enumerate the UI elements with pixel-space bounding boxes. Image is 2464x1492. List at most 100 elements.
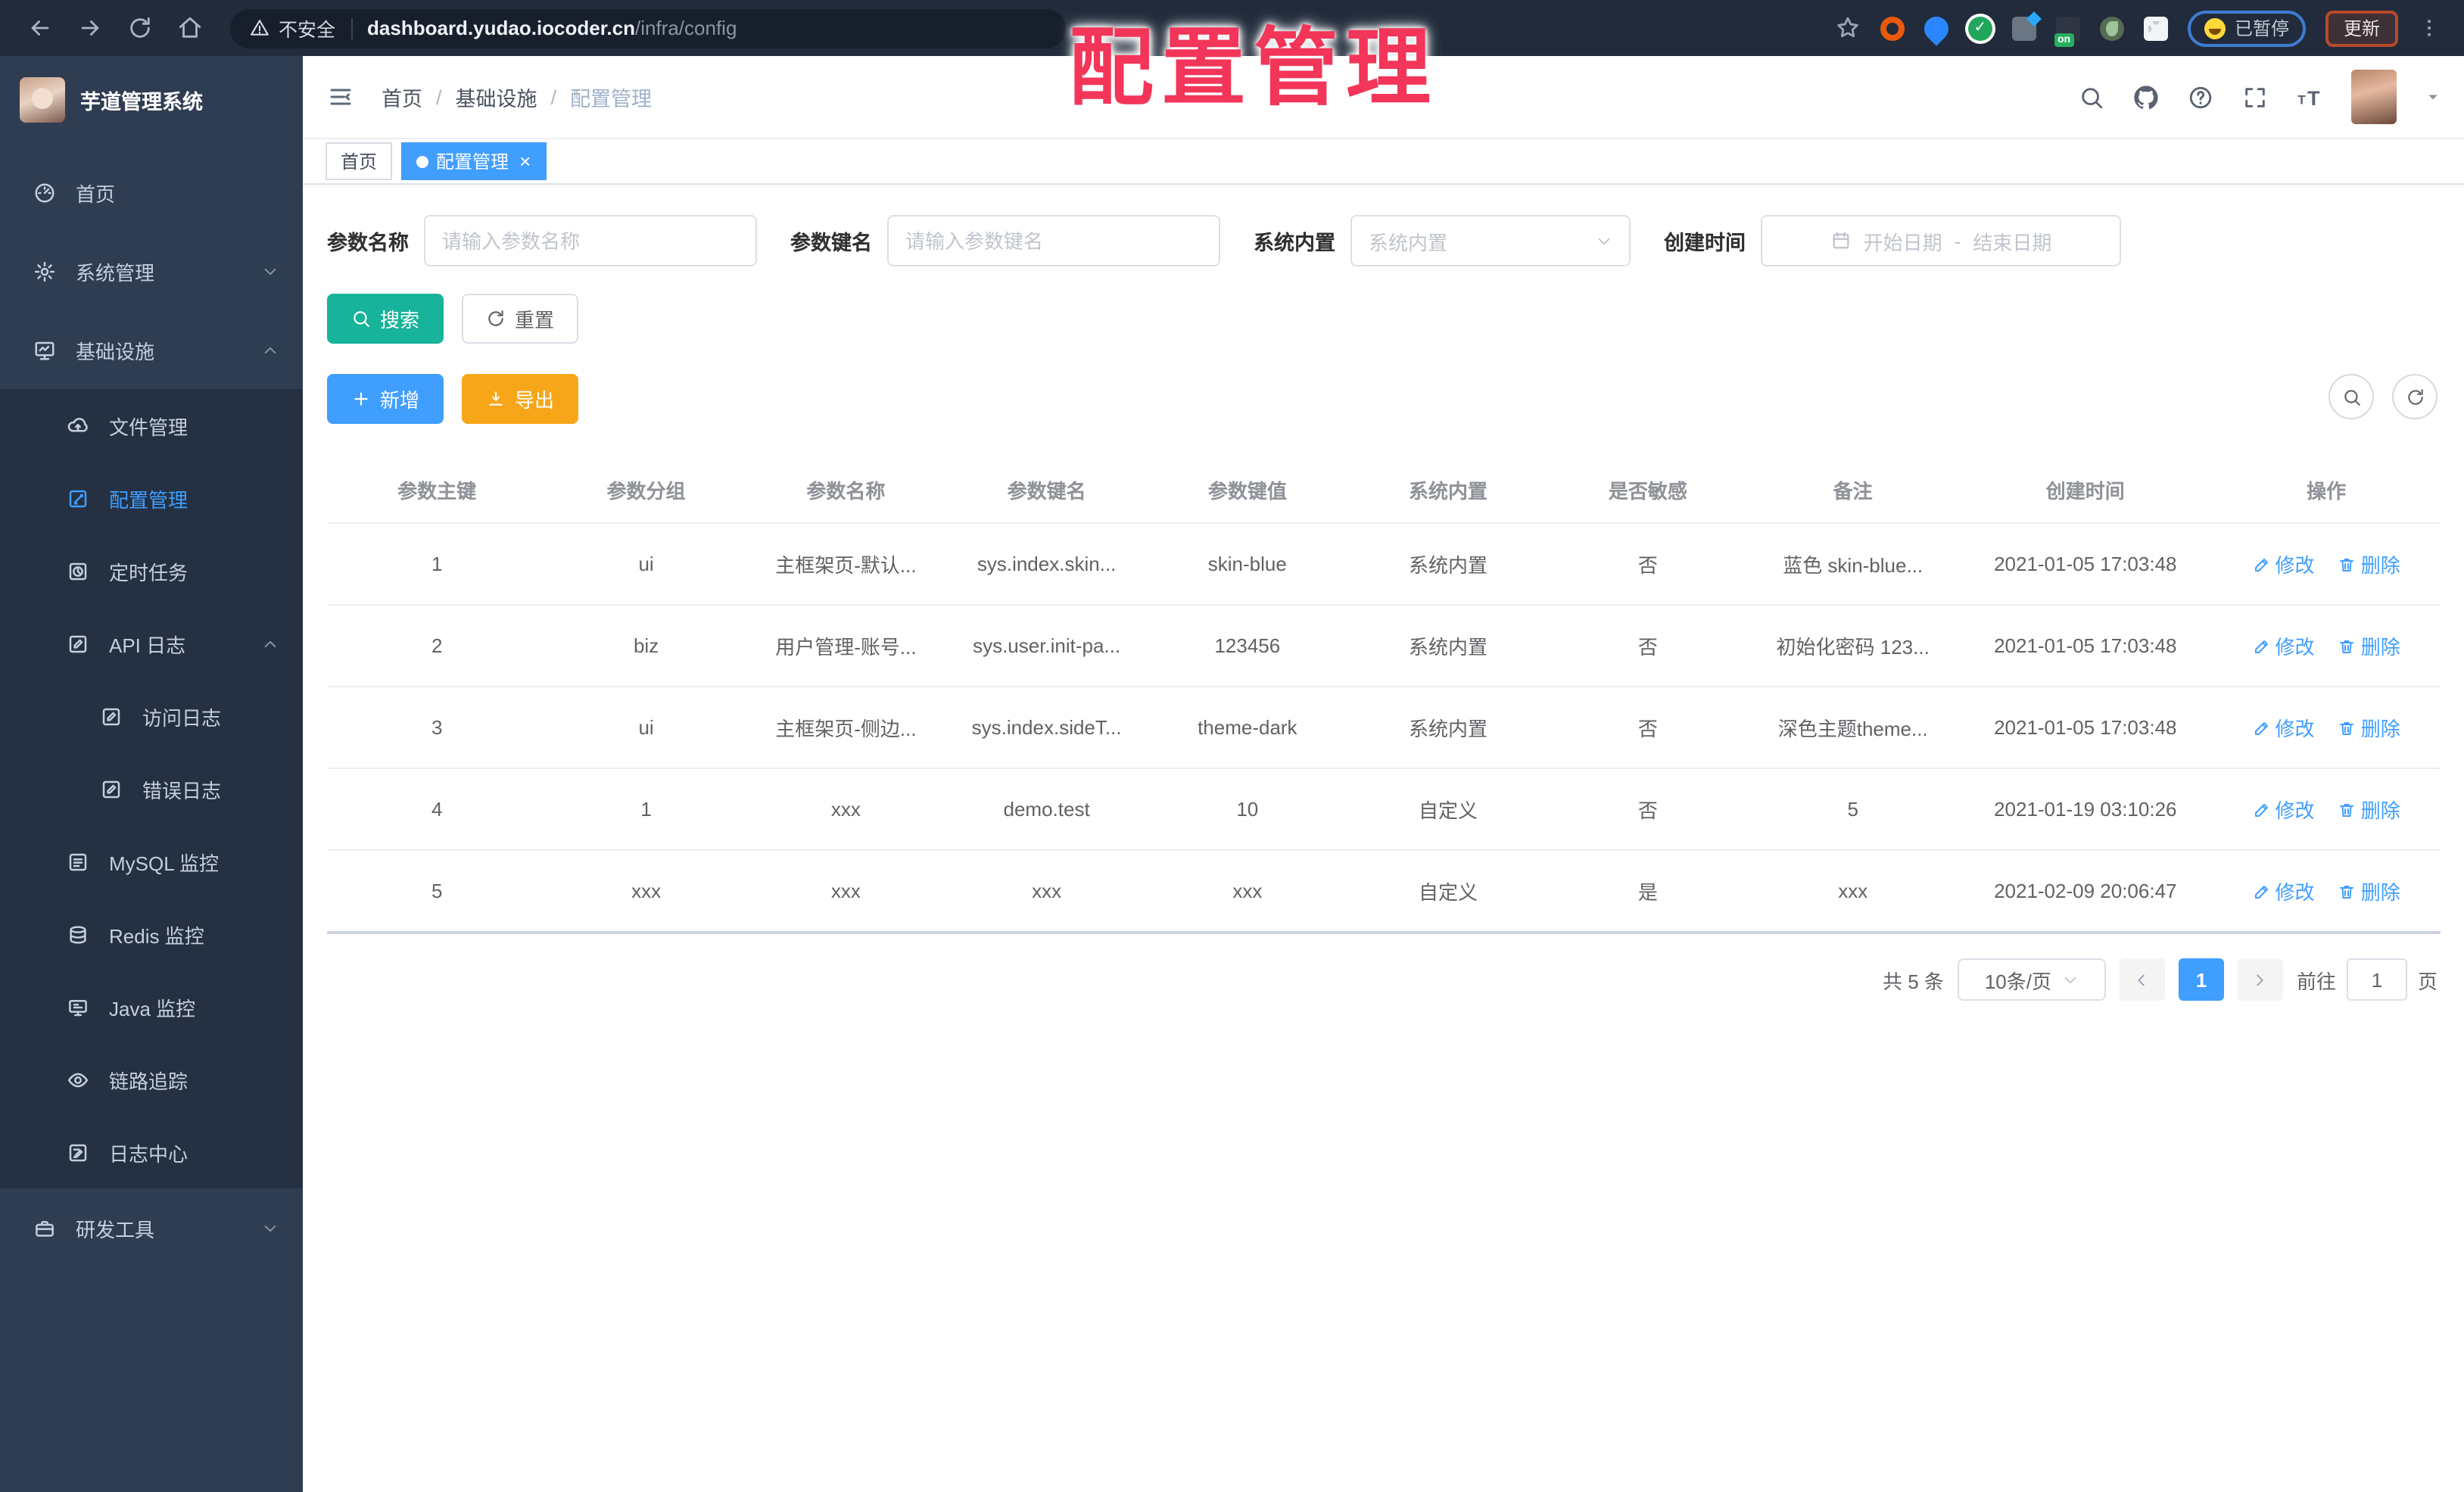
extension-check-icon[interactable]: ✓	[1967, 16, 1992, 40]
edit-link[interactable]: 修改	[2253, 795, 2315, 824]
calendar-icon	[1830, 230, 1852, 251]
delete-link[interactable]: 删除	[2338, 550, 2400, 578]
user-avatar[interactable]	[2351, 70, 2397, 124]
browser-update-button[interactable]: 更新	[2325, 10, 2398, 46]
github-icon[interactable]	[2133, 84, 2159, 110]
search-button[interactable]: 搜索	[327, 294, 444, 344]
java-monitor-icon	[67, 995, 89, 1018]
chevron-up-icon	[262, 341, 279, 358]
next-page-button[interactable]	[2237, 958, 2283, 1001]
profile-emoji-icon	[2204, 17, 2226, 39]
export-button[interactable]: 导出	[462, 374, 579, 424]
edit-pen-icon	[2253, 882, 2271, 900]
sidebar-item[interactable]: 基础设施	[0, 310, 303, 389]
edit-link[interactable]: 修改	[2253, 713, 2315, 742]
sidebar-item[interactable]: 日志中心	[0, 1116, 303, 1188]
cloud-upload-icon	[67, 414, 89, 437]
table-tools	[2328, 374, 2438, 419]
browser-reload-icon[interactable]	[127, 15, 153, 41]
sidebar-item[interactable]: 链路追踪	[0, 1043, 303, 1116]
toggle-search-button[interactable]	[2328, 374, 2374, 419]
browser-forward-icon[interactable]	[77, 15, 103, 41]
sidebar-item[interactable]: API 日志	[0, 607, 303, 680]
address-bar[interactable]: 不安全 dashboard.yudao.iocoder.cn /infra/co…	[230, 8, 1066, 48]
sidebar-item[interactable]: 访问日志	[0, 680, 303, 752]
main-area: 首页 / 基础设施 / 配置管理 TT 首页 配置管理 × 参数名称 请输入参数…	[303, 56, 2464, 1492]
delete-link[interactable]: 删除	[2338, 713, 2400, 742]
profile-paused-pill[interactable]: 已暂停	[2187, 10, 2306, 46]
col-param-key: 参数键名	[946, 457, 1148, 524]
param-name-input[interactable]	[424, 215, 757, 266]
dashboard-icon	[33, 181, 56, 204]
edit-link[interactable]: 修改	[2253, 550, 2315, 578]
edit-link[interactable]: 修改	[2253, 877, 2315, 905]
trash-icon	[2338, 800, 2357, 818]
page-number-button[interactable]: 1	[2178, 958, 2224, 1001]
sidebar-item[interactable]: 首页	[0, 153, 303, 232]
sidebar-menu: 首页 系统管理 基础设施 文件管理 配置管理 定时任务 API 日志 访问日志 …	[0, 144, 303, 1492]
header-search-icon[interactable]	[2079, 84, 2104, 110]
sidebar-item[interactable]: 错误日志	[0, 752, 303, 825]
sidebar-item[interactable]: 研发工具	[0, 1188, 303, 1267]
prev-page-button[interactable]	[2119, 958, 2165, 1001]
delete-link[interactable]: 删除	[2338, 795, 2400, 824]
sidebar-item[interactable]: 定时任务	[0, 534, 303, 607]
total-count: 共 5 条	[1883, 970, 1944, 992]
extension-on-icon[interactable]: on	[2054, 16, 2080, 46]
redis-icon	[67, 923, 89, 945]
sidebar-item[interactable]: Redis 监控	[0, 898, 303, 970]
trash-icon	[2338, 718, 2357, 737]
extension-orange-icon[interactable]	[1880, 16, 1905, 40]
sidebar-item[interactable]: 文件管理	[0, 389, 303, 462]
add-button[interactable]: 新增	[327, 374, 444, 424]
collapse-menu-icon[interactable]	[327, 83, 354, 111]
param-key-input[interactable]	[887, 215, 1220, 266]
date-separator: -	[1954, 229, 1961, 252]
tag[interactable]: 配置管理 ×	[401, 142, 547, 180]
sidebar-logo-row[interactable]: 芋道管理系统	[0, 56, 303, 144]
screen: 不安全 dashboard.yudao.iocoder.cn /infra/co…	[0, 0, 2464, 1492]
goto-page-input[interactable]	[2346, 958, 2407, 1001]
browser-back-icon[interactable]	[27, 15, 53, 41]
bookmark-star-icon[interactable]	[1835, 15, 1861, 41]
edit-pen-icon	[2253, 555, 2271, 573]
sidebar-item[interactable]: MySQL 监控	[0, 825, 303, 898]
url-divider	[350, 17, 353, 39]
fullscreen-icon[interactable]	[2242, 84, 2268, 110]
navbar-actions: TT	[2079, 70, 2464, 124]
refresh-icon	[2405, 387, 2425, 406]
tag[interactable]: 首页	[326, 142, 393, 180]
refresh-table-button[interactable]	[2392, 374, 2438, 419]
sidebar-item[interactable]: 系统管理	[0, 232, 303, 310]
avatar-caret-down-icon[interactable]	[2425, 89, 2441, 104]
date-range-picker[interactable]: 开始日期 - 结束日期	[1761, 215, 2121, 266]
extension-slate-icon[interactable]	[2011, 16, 2036, 40]
extensions-puzzle-icon[interactable]	[2143, 16, 2168, 40]
breadcrumb-current: 配置管理	[570, 88, 653, 111]
delete-link[interactable]: 删除	[2338, 631, 2400, 660]
extension-leaf-icon[interactable]	[2099, 16, 2124, 40]
app-title: 芋道管理系统	[80, 91, 203, 114]
trash-icon	[2338, 882, 2357, 900]
breadcrumb-home[interactable]: 首页	[382, 82, 422, 112]
help-icon[interactable]	[2188, 84, 2213, 110]
col-param-id: 参数主键	[327, 457, 547, 524]
sidebar-item[interactable]: 配置管理	[0, 462, 303, 534]
breadcrumb-infra[interactable]: 基础设施	[456, 82, 537, 112]
search-toggle-icon	[2341, 387, 2361, 406]
extension-pin-icon[interactable]	[1919, 11, 1954, 45]
tags-view-bar: 首页 配置管理 ×	[303, 139, 2464, 185]
browser-menu-icon[interactable]	[2418, 17, 2441, 39]
tag-close-icon[interactable]: ×	[519, 151, 531, 171]
browser-home-icon[interactable]	[177, 15, 203, 41]
svg-text:T: T	[2297, 92, 2306, 107]
refresh-icon	[486, 309, 506, 329]
delete-link[interactable]: 删除	[2338, 877, 2400, 905]
sidebar-item[interactable]: Java 监控	[0, 970, 303, 1043]
date-start-placeholder: 开始日期	[1863, 231, 1942, 254]
system-builtin-select[interactable]: 系统内置	[1350, 215, 1631, 266]
font-size-icon[interactable]: TT	[2297, 84, 2322, 110]
reset-button[interactable]: 重置	[462, 294, 579, 344]
edit-link[interactable]: 修改	[2253, 631, 2315, 660]
page-size-select[interactable]: 10条/页	[1957, 958, 2106, 1001]
